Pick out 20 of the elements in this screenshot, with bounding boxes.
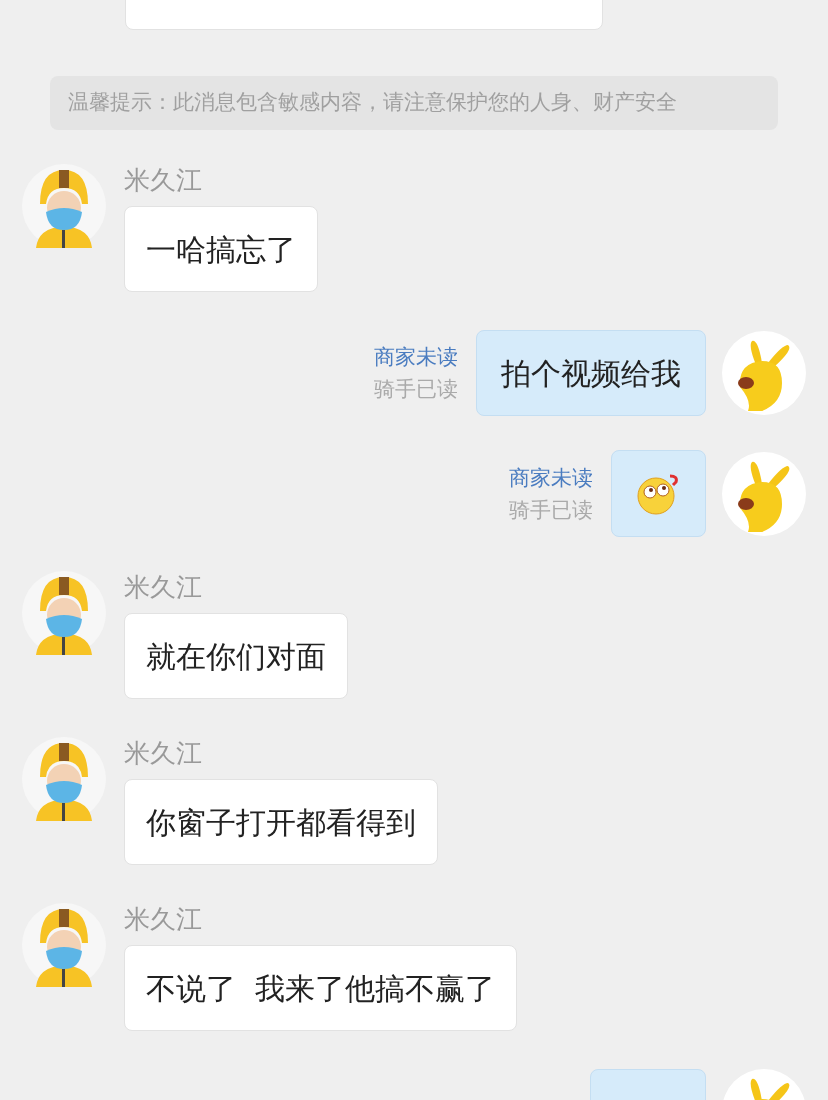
avatar-icon[interactable]	[722, 451, 806, 536]
message-bubble: 一哈搞忘了	[124, 206, 318, 292]
avatar-icon[interactable]	[22, 903, 106, 987]
read-status: 骑手已读	[374, 376, 458, 403]
message-bubble: 拍个视频给我	[476, 330, 706, 416]
message-bubble: 就在你们对面	[124, 613, 348, 699]
avatar-icon[interactable]	[22, 571, 106, 655]
avatar-icon[interactable]	[22, 737, 106, 821]
avatar-icon[interactable]	[22, 164, 106, 248]
sender-name: 米久江	[124, 164, 203, 196]
read-status: 骑手已读	[509, 496, 593, 524]
message-bubble: 你窗子打开都看得到	[124, 779, 438, 865]
sender-name: 米久江	[124, 903, 203, 935]
safety-notice: 温馨提示：此消息包含敏感内容，请注意保护您的人身、财产安全	[50, 76, 778, 130]
sender-name: 米久江	[124, 571, 203, 603]
read-status: 商家未读	[374, 344, 458, 371]
message-bubble: 不说了 我来了他搞不赢了	[124, 945, 518, 1031]
read-status: 商家未读	[509, 464, 593, 492]
avatar-icon[interactable]	[722, 331, 806, 415]
sender-name: 米久江	[124, 737, 203, 769]
